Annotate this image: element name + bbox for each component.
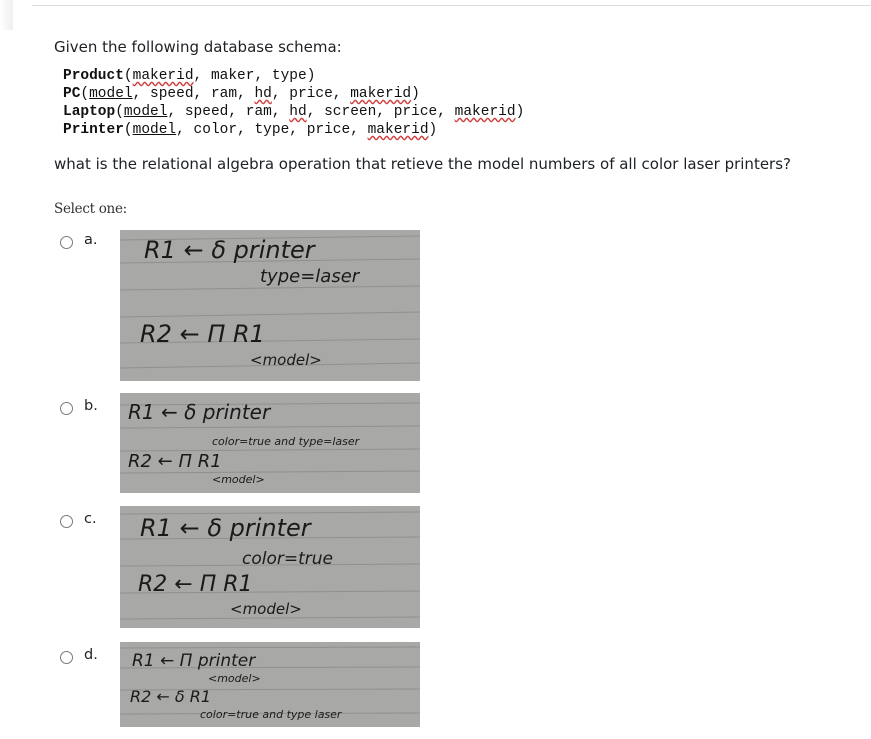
question-text: what is the relational algebra operation… [54, 155, 791, 173]
hw-line: R1 ← δ printer [128, 400, 272, 424]
hw-line: color=true and type=laser [212, 435, 361, 448]
hw-line: R2 ← Π R1 [140, 320, 265, 348]
option-b-image[interactable]: R1 ← δ printer color=true and type=laser… [120, 393, 420, 493]
attribute: ram [245, 104, 272, 120]
attribute: price [289, 86, 333, 102]
hw-line: <model> [208, 672, 261, 685]
hw-line: <model> [212, 473, 265, 486]
hw-line: R1 ← δ printer [140, 514, 313, 542]
attribute: speed [150, 86, 194, 102]
hw-line: <model> [230, 600, 302, 618]
key-attribute: model [123, 104, 168, 120]
attribute: makerid [454, 104, 516, 120]
hw-line: <model> [250, 351, 322, 369]
option-c-label: c. [84, 511, 97, 527]
scroll-shadow [0, 0, 13, 30]
intro-text: Given the following database schema: [54, 38, 342, 56]
radio-a[interactable] [60, 236, 73, 249]
attribute: price [393, 104, 438, 120]
key-attribute: makerid [132, 68, 194, 84]
key-attribute: model [132, 122, 177, 138]
relation-name: Laptop [63, 104, 116, 120]
schema-line: PC(model, speed, ram, hd, price, makerid… [63, 86, 420, 102]
schema-line: Laptop(model, speed, ram, hd, screen, pr… [63, 104, 525, 120]
attribute: type [271, 68, 307, 84]
attribute: screen [324, 104, 377, 120]
schema-block: Product(makerid, maker, type) PC(model, s… [63, 67, 524, 139]
hw-line: color=true and type laser [200, 708, 343, 721]
radio-c[interactable] [60, 515, 73, 528]
attribute: color [193, 122, 238, 138]
hw-line: R2 ← Π R1 [128, 451, 222, 472]
attribute: maker [210, 68, 255, 84]
key-attribute: model [89, 86, 133, 102]
hw-line: color=true [242, 549, 333, 569]
hw-line: type=laser [260, 266, 361, 287]
option-a-label: a. [84, 232, 98, 248]
divider [32, 5, 871, 6]
option-a-image[interactable]: R1 ← δ printer type=laser R2 ← Π R1 <mod… [120, 230, 420, 381]
attribute: makerid [367, 122, 429, 138]
relation-name: Printer [63, 122, 124, 138]
attribute: ram [210, 86, 238, 102]
radio-b[interactable] [60, 402, 73, 415]
hw-line: R1 ← δ printer [144, 236, 317, 264]
schema-line: Printer(model, color, type, price, maker… [63, 122, 438, 138]
hw-line: R2 ← Π R1 [138, 572, 253, 597]
attribute: type [254, 122, 290, 138]
option-d-label: d. [84, 647, 98, 663]
attribute: speed [184, 104, 229, 120]
option-b-label: b. [84, 398, 98, 414]
attribute: hd [289, 104, 307, 120]
hw-line: R1 ← Π printer [132, 651, 256, 671]
attribute: hd [254, 86, 272, 102]
select-one-label: Select one: [54, 201, 127, 217]
hw-line: R2 ← δ R1 [130, 687, 211, 706]
option-d-image[interactable]: R1 ← Π printer <model> R2 ← δ R1 color=t… [120, 642, 420, 727]
radio-d[interactable] [60, 651, 73, 664]
relation-name: Product [63, 68, 124, 84]
relation-name: PC [63, 86, 81, 102]
option-c-image[interactable]: R1 ← δ printer color=true R2 ← Π R1 <mod… [120, 506, 420, 628]
attribute: price [306, 122, 351, 138]
attribute: makerid [350, 86, 412, 102]
schema-line: Product(makerid, maker, type) [63, 68, 316, 84]
